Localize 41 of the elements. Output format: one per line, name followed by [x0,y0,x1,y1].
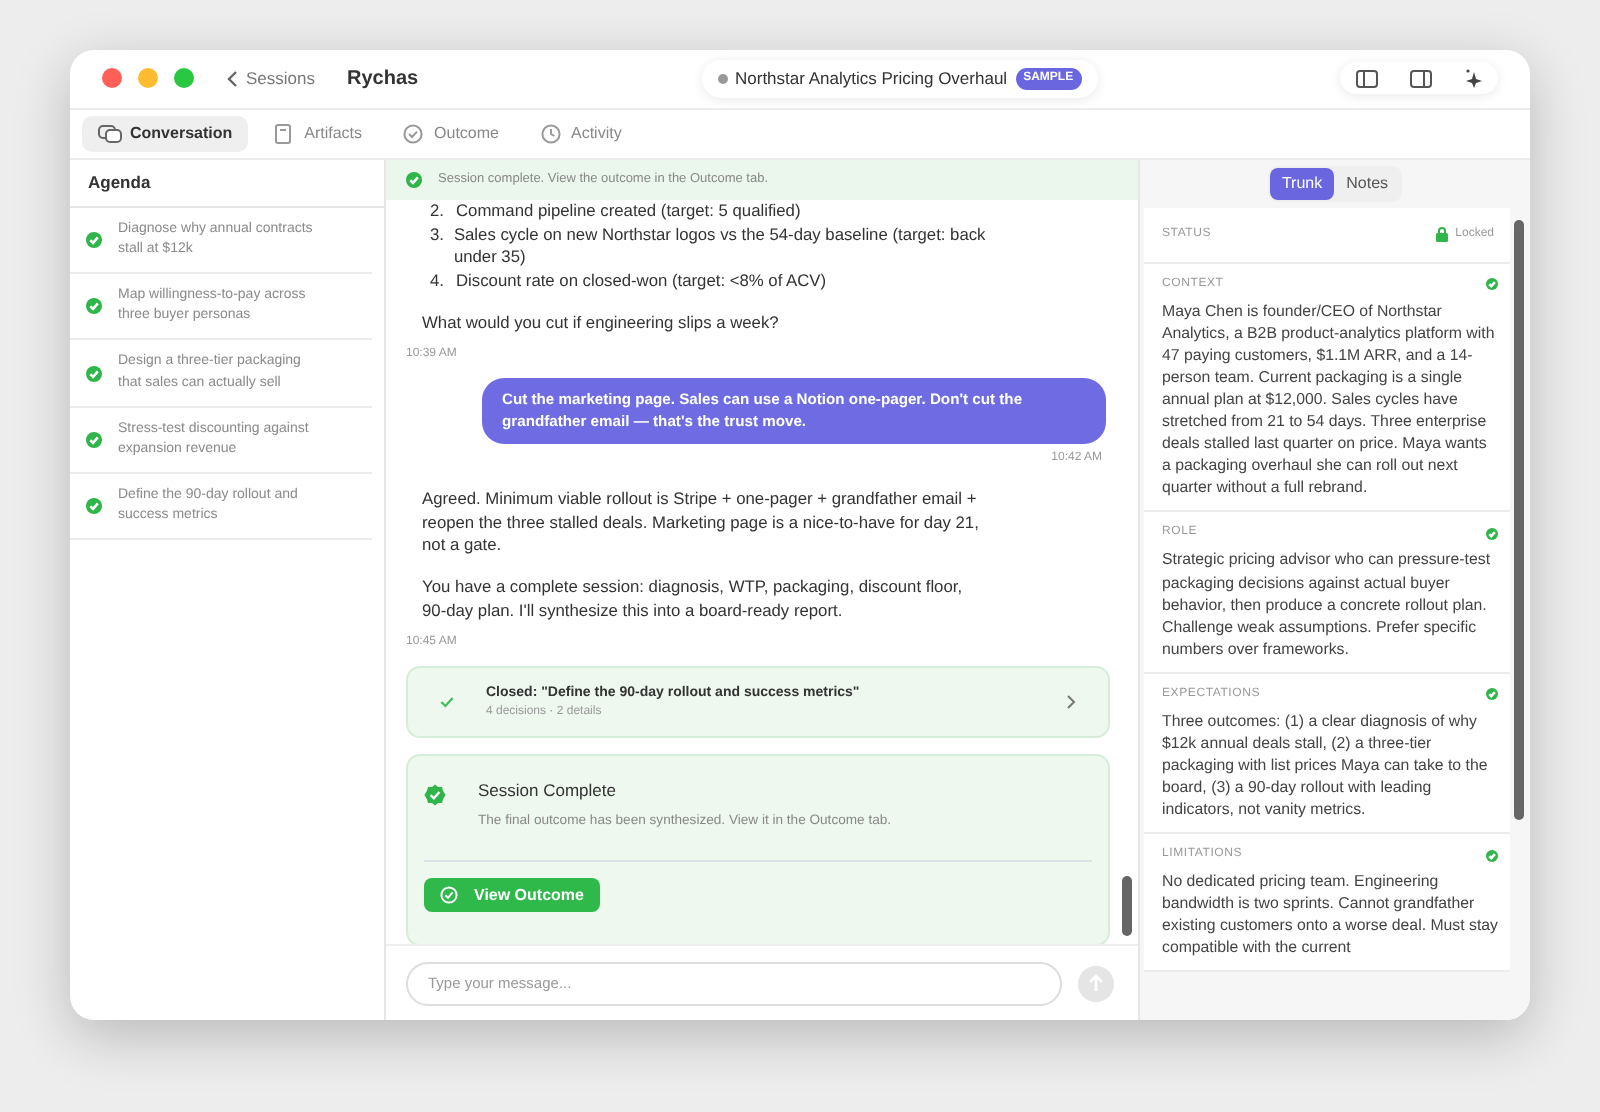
back-button[interactable]: Sessions [226,66,315,92]
tab[interactable]: Outcome [386,115,515,152]
card-title: Session Complete [478,780,618,805]
window-control-icon[interactable] [138,68,158,89]
message-text: What would you cut if engineering slips a week? [422,311,781,336]
chevron-left-icon [226,69,238,88]
list-item-text: Sales cycle on new Northstar logos vs the 54-day baseline (target: back under 35) [453,223,988,271]
list-number: 3. [430,223,446,248]
tab[interactable]: Artifacts [256,115,379,152]
session-title: Northstar Analytics Pricing Overhaul [735,66,1008,92]
check-icon [406,171,422,188]
arrow-up-icon [1088,974,1104,992]
message-text: Agreed. Minimum viable rollout is Stripe + one-pager + grandfather email + reopen the three stalled deals. Marketing page is a nice-to-have for day 21, not a gate. [422,487,981,559]
left-sidebar-icon[interactable] [1356,69,1378,88]
status-dot-icon [717,73,727,84]
check-circle-icon [402,123,427,144]
chat-bubbles-icon [98,123,122,144]
segment-tab[interactable]: Trunk [1269,167,1335,200]
message-text: You have a complete session: diagnosis, WTP, packaging, discount floor, 90-day plan. I'll synthesize this into a board-ready report. [422,576,965,624]
window-control-icon[interactable] [102,68,122,89]
window-title: Rychas [347,65,419,94]
checkmark-icon [440,696,454,709]
segment-tab[interactable]: Notes [1334,167,1401,200]
document-icon [272,123,297,144]
verified-badge-icon [424,784,446,807]
list-number: 4. [430,270,446,294]
list-number: 2. [430,199,446,224]
right-sidebar-icon[interactable] [1410,69,1432,88]
tab[interactable]: Conversation [82,115,249,152]
sparkle-icon[interactable] [1464,68,1482,89]
sidebar-heading: Agenda [88,170,151,196]
view-outcome-button[interactable]: View Outcome [424,877,600,912]
scrollbar-thumb[interactable] [1122,875,1132,936]
window-control-icon[interactable] [174,68,194,89]
scrollbar-thumb[interactable] [1514,219,1524,820]
check-circle-icon [440,885,458,904]
list-item-text: Discount rate on closed-won (target: <8% of ACV) [456,270,827,294]
chevron-right-icon [1066,694,1076,711]
list-item-text: Command pipeline created (target: 5 qualified) [456,199,801,224]
clock-icon [539,123,563,144]
tab[interactable]: Activity [523,115,638,152]
